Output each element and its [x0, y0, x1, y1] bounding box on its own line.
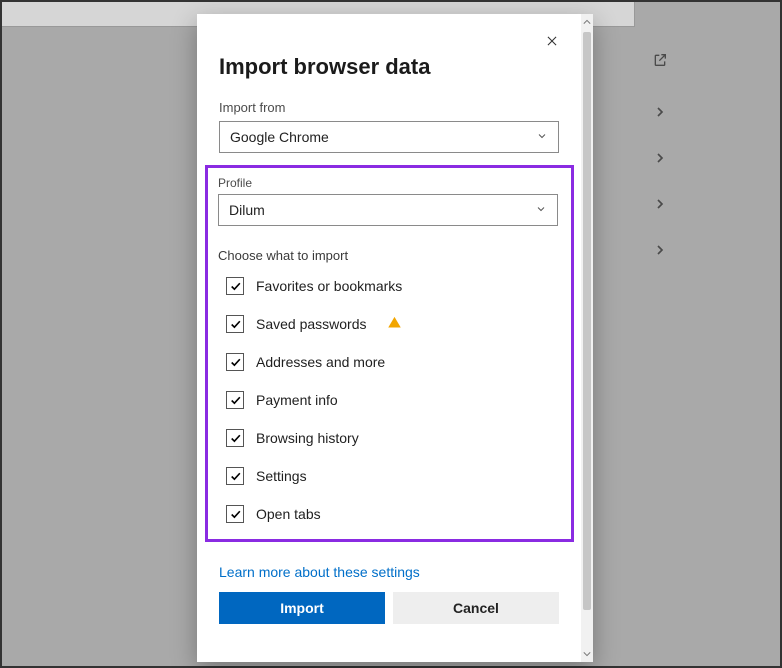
checkbox-addresses[interactable] [226, 353, 244, 371]
import-from-selected: Google Chrome [230, 129, 329, 145]
chevron-right-icon [652, 196, 668, 212]
checkbox-label: Saved passwords [256, 316, 367, 332]
checkbox-row-tabs: Open tabs [226, 505, 561, 523]
highlighted-section: Profile Dilum Choose what to import Favo… [205, 165, 574, 542]
cancel-button[interactable]: Cancel [393, 592, 559, 624]
checkbox-list: Favorites or bookmarks Saved passwords [218, 277, 561, 523]
import-from-group: Import from Google Chrome [219, 100, 559, 153]
import-button[interactable]: Import [219, 592, 385, 624]
checkbox-label: Addresses and more [256, 354, 385, 370]
background-rightbar [652, 52, 668, 258]
checkbox-payment[interactable] [226, 391, 244, 409]
import-dialog: Import browser data Import from Google C… [197, 14, 593, 662]
close-button[interactable] [545, 34, 563, 52]
profile-label: Profile [218, 176, 561, 190]
chevron-down-icon [535, 202, 547, 218]
checkbox-settings[interactable] [226, 467, 244, 485]
checkbox-row-settings: Settings [226, 467, 561, 485]
import-from-label: Import from [219, 100, 559, 115]
checkbox-row-payment: Payment info [226, 391, 561, 409]
open-external-icon [652, 52, 668, 68]
choose-what-label: Choose what to import [218, 248, 561, 263]
scroll-thumb[interactable] [583, 32, 591, 610]
checkbox-tabs[interactable] [226, 505, 244, 523]
scroll-down-arrow[interactable] [581, 646, 593, 662]
checkbox-label: Settings [256, 468, 307, 484]
dialog-title: Import browser data [219, 54, 559, 80]
checkbox-row-passwords: Saved passwords [226, 315, 561, 333]
import-from-select[interactable]: Google Chrome [219, 121, 559, 153]
warning-icon [387, 315, 402, 333]
chevron-right-icon [652, 242, 668, 258]
checkbox-label: Favorites or bookmarks [256, 278, 402, 294]
checkbox-label: Browsing history [256, 430, 359, 446]
dialog-button-row: Import Cancel [219, 592, 559, 624]
checkbox-favorites[interactable] [226, 277, 244, 295]
checkbox-label: Open tabs [256, 506, 321, 522]
learn-more-link[interactable]: Learn more about these settings [219, 564, 420, 580]
dialog-scrollbar[interactable] [581, 14, 593, 662]
checkbox-row-history: Browsing history [226, 429, 561, 447]
chevron-right-icon [652, 104, 668, 120]
checkbox-passwords[interactable] [226, 315, 244, 333]
checkbox-history[interactable] [226, 429, 244, 447]
chevron-right-icon [652, 150, 668, 166]
profile-selected: Dilum [229, 202, 265, 218]
chevron-down-icon [536, 129, 548, 145]
checkbox-row-favorites: Favorites or bookmarks [226, 277, 561, 295]
profile-select[interactable]: Dilum [218, 194, 558, 226]
scroll-up-arrow[interactable] [581, 14, 593, 30]
checkbox-label: Payment info [256, 392, 338, 408]
checkbox-row-addresses: Addresses and more [226, 353, 561, 371]
